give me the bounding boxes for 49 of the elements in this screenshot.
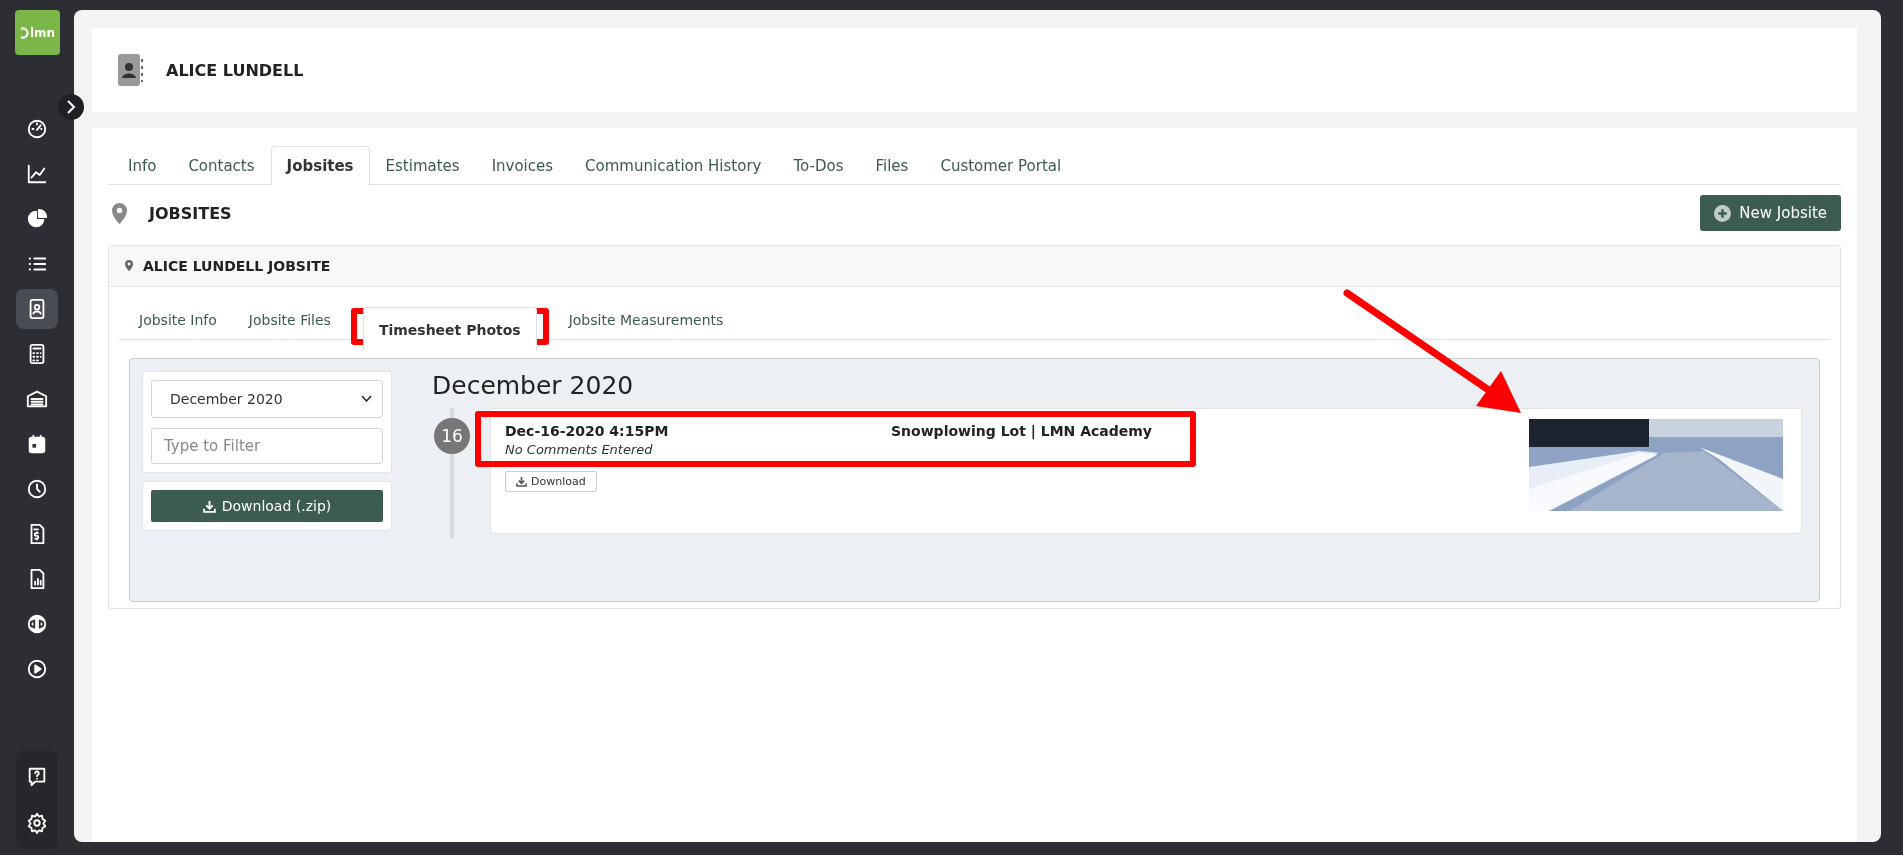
tab[interactable]: Jobsite Info bbox=[123, 297, 233, 340]
tab[interactable]: Files bbox=[859, 146, 925, 185]
gauge-icon bbox=[26, 118, 48, 140]
day-badge: 16 bbox=[434, 418, 470, 454]
tab[interactable]: Invoices bbox=[475, 146, 570, 185]
photo-comment: No Comments Entered bbox=[505, 442, 654, 457]
customer-name: ALICE LUNDELL bbox=[166, 60, 304, 80]
play-icon bbox=[26, 658, 48, 680]
clock-icon bbox=[26, 478, 48, 500]
tab[interactable]: Communication History bbox=[569, 146, 778, 185]
tab[interactable]: Jobsite Files bbox=[232, 297, 347, 340]
tab[interactable]: To-Dos bbox=[777, 146, 860, 185]
chevron-down-icon bbox=[361, 395, 372, 403]
download-zip-button[interactable]: Download (.zip) bbox=[151, 490, 383, 522]
photo-datetime: Dec-16-2020 4:15PM bbox=[505, 423, 669, 439]
download-icon bbox=[202, 499, 216, 513]
month-heading: December 2020 bbox=[432, 371, 635, 400]
tab[interactable]: Estimates bbox=[369, 146, 476, 185]
logo-text: lmn bbox=[29, 25, 56, 40]
garage-icon bbox=[26, 388, 48, 410]
contact-book-icon bbox=[118, 54, 144, 86]
section-title: JOBSITES bbox=[149, 203, 232, 223]
photo-placeholder[interactable] bbox=[1529, 419, 1783, 511]
chevron-right-icon bbox=[66, 100, 76, 114]
tab[interactable]: Jobsites bbox=[270, 146, 370, 185]
line-chart-icon bbox=[26, 163, 48, 185]
tab[interactable]: Customer Portal bbox=[924, 146, 1078, 185]
sidebar-item[interactable] bbox=[16, 289, 58, 329]
logo-mark-icon bbox=[18, 26, 29, 39]
tab[interactable]: Info bbox=[112, 146, 173, 185]
settings-icon bbox=[26, 812, 48, 834]
filter-field[interactable]: Type to Filter bbox=[151, 428, 383, 464]
plus-circle-icon bbox=[1714, 204, 1732, 222]
tab[interactable]: Jobsite Measurements bbox=[552, 297, 740, 340]
map-pin-icon bbox=[112, 202, 127, 224]
month-dropdown[interactable]: December 2020 bbox=[151, 380, 383, 418]
tab[interactable]: Timesheet Photos bbox=[362, 307, 537, 350]
help-icon bbox=[26, 766, 48, 788]
calendar-icon bbox=[26, 433, 48, 455]
new-jobsite-button[interactable]: New Jobsite bbox=[1700, 195, 1841, 231]
accounting-icon bbox=[26, 613, 48, 635]
map-pin-icon bbox=[125, 260, 133, 272]
pie-chart-icon bbox=[26, 208, 48, 230]
jobsite-title: ALICE LUNDELL JOBSITE bbox=[143, 258, 331, 274]
expand-button[interactable] bbox=[58, 94, 84, 120]
photo-title: Snowplowing Lot | LMN Academy bbox=[891, 423, 1152, 439]
download-button[interactable]: Download bbox=[505, 471, 597, 492]
download-icon bbox=[516, 476, 527, 487]
tab[interactable]: Contacts bbox=[172, 146, 271, 185]
